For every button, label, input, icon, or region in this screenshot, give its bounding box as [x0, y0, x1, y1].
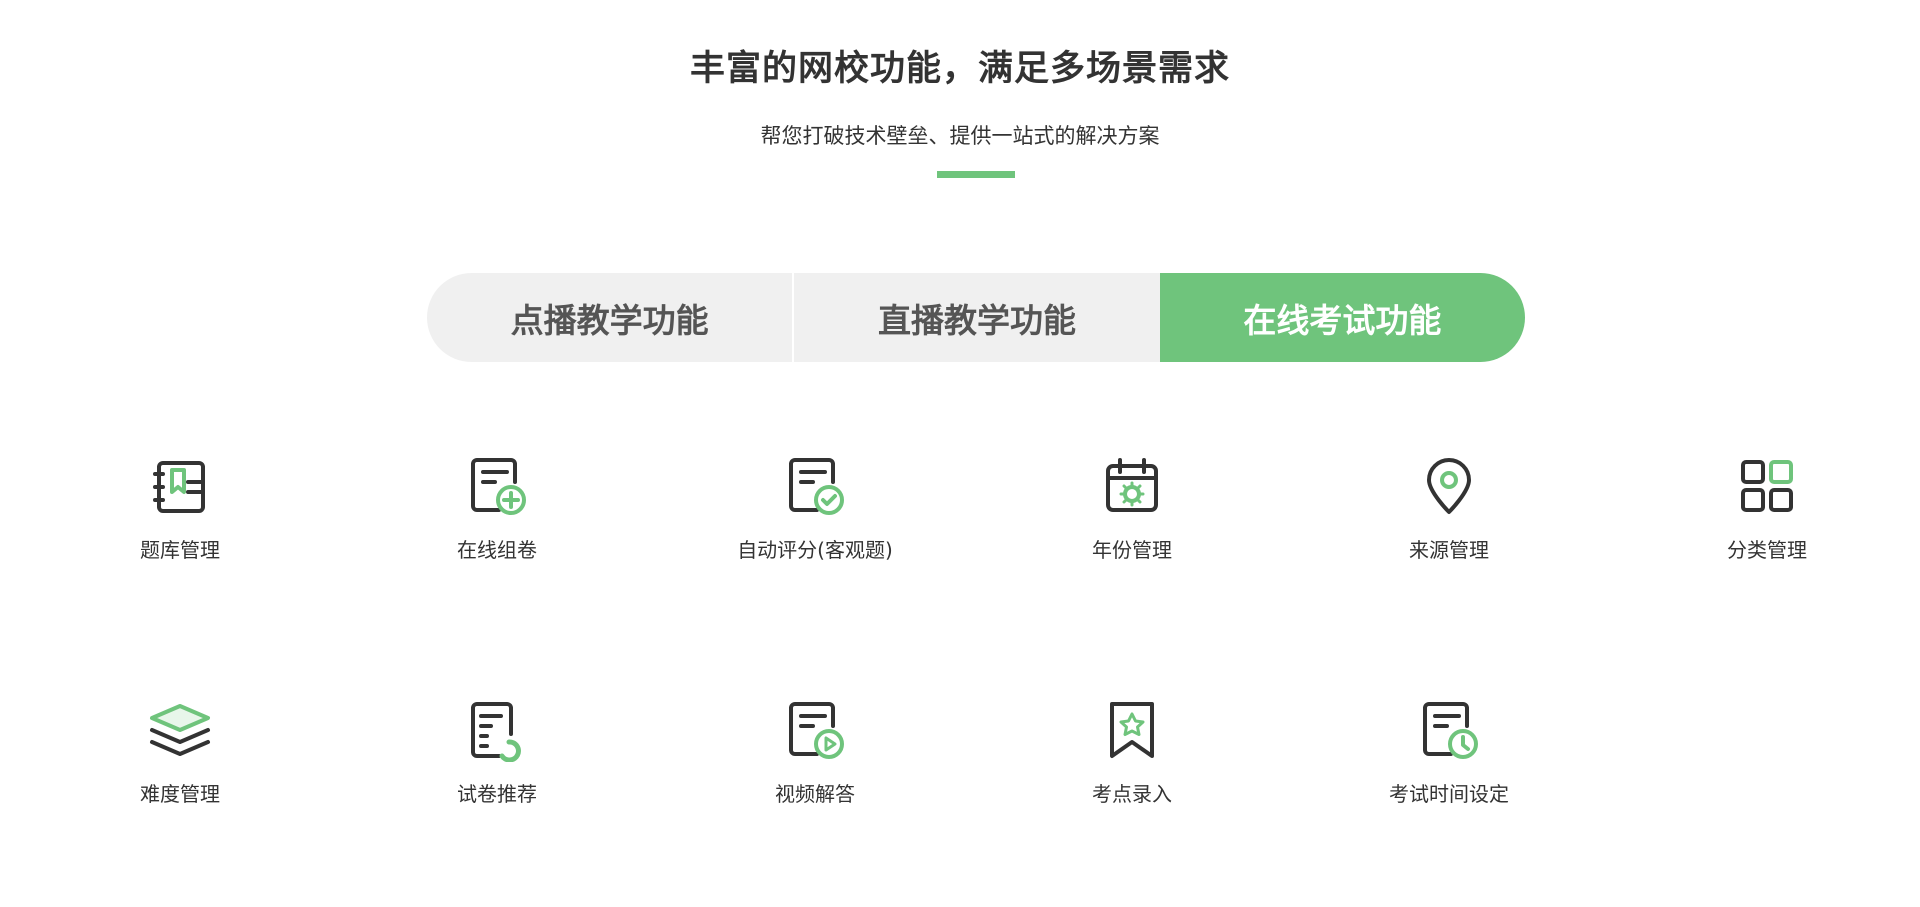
tab-live-teaching[interactable]: 直播教学功能 [792, 273, 1160, 362]
feature-label: 题库管理 [140, 538, 220, 562]
feature-label: 视频解答 [775, 782, 855, 806]
feature-source-management[interactable]: 来源管理 [1329, 454, 1569, 563]
feature-label: 考试时间设定 [1389, 782, 1509, 806]
question-bank-icon [148, 454, 212, 518]
features-section: 丰富的网校功能，满足多场景需求 帮您打破技术壁垒、提供一站式的解决方案 点播教学… [0, 0, 1920, 907]
exam-clock-icon [1417, 698, 1481, 762]
tab-vod-teaching[interactable]: 点播教学功能 [427, 273, 793, 362]
feature-label: 自动评分(客观题) [737, 538, 893, 562]
feature-label: 年份管理 [1092, 538, 1172, 562]
feature-exam-point-entry[interactable]: 考点录入 [1012, 698, 1252, 807]
feature-online-paper[interactable]: 在线组卷 [377, 454, 617, 563]
feature-label: 难度管理 [140, 782, 220, 806]
feature-category-management[interactable]: 分类管理 [1647, 454, 1887, 563]
feature-label: 试卷推荐 [457, 782, 537, 806]
feature-exam-time-setting[interactable]: 考试时间设定 [1329, 698, 1569, 807]
feature-label: 来源管理 [1409, 538, 1489, 562]
feature-question-bank[interactable]: 题库管理 [60, 454, 300, 563]
feature-paper-recommend[interactable]: 试卷推荐 [377, 698, 617, 807]
calendar-gear-icon [1100, 454, 1164, 518]
paper-recommend-icon [465, 698, 529, 762]
tab-online-exam[interactable]: 在线考试功能 [1159, 273, 1525, 362]
paper-add-icon [465, 454, 529, 518]
feature-label: 分类管理 [1727, 538, 1807, 562]
feature-auto-grading[interactable]: 自动评分(客观题) [695, 454, 935, 563]
title-accent-bar [937, 171, 1015, 178]
feature-year-management[interactable]: 年份管理 [1012, 454, 1252, 563]
feature-tabs: 点播教学功能 直播教学功能 在线考试功能 [427, 273, 1525, 362]
feature-difficulty-management[interactable]: 难度管理 [60, 698, 300, 807]
feature-video-answer[interactable]: 视频解答 [695, 698, 935, 807]
location-pin-icon [1417, 454, 1481, 518]
feature-label: 考点录入 [1092, 782, 1172, 806]
section-subtitle: 帮您打破技术壁垒、提供一站式的解决方案 [760, 124, 1160, 148]
video-answer-icon [783, 698, 847, 762]
feature-label: 在线组卷 [457, 538, 537, 562]
layers-icon [148, 698, 212, 762]
section-title: 丰富的网校功能，满足多场景需求 [689, 49, 1230, 89]
category-grid-icon [1735, 454, 1799, 518]
bookmark-star-icon [1100, 698, 1164, 762]
auto-grade-icon [783, 454, 847, 518]
